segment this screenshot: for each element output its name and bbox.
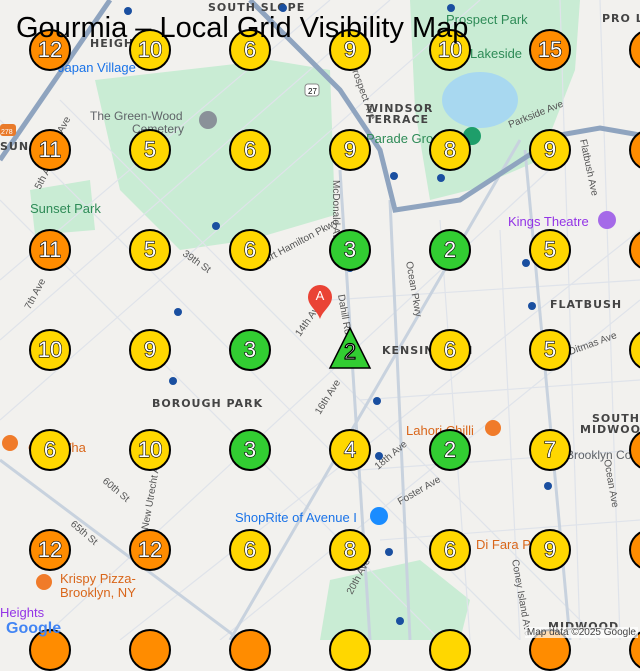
street-ocean-ave: Ocean Ave: [601, 459, 620, 509]
map-attribution[interactable]: Map data ©2025 Google: [524, 627, 638, 638]
street-39th-st: 39th St: [180, 248, 212, 275]
pin-label: A: [315, 288, 325, 303]
grid-rank-marker[interactable]: 3: [229, 429, 271, 471]
label-krispy-pizza-1[interactable]: Krispy Pizza-: [60, 571, 136, 586]
label-lakeside: Lakeside: [470, 46, 522, 61]
route-278-label: 278: [1, 129, 13, 136]
grid-rank-marker[interactable]: 2: [429, 429, 471, 471]
grid-rank-marker[interactable]: 9: [529, 529, 571, 571]
grid-rank-marker[interactable]: 15: [529, 29, 571, 71]
label-south-midwood-2: MIDWOOD: [580, 423, 640, 436]
street-60th-st: 60th St: [100, 476, 132, 505]
prospect-lake: [442, 72, 518, 128]
shopping-cart-icon[interactable]: [370, 507, 388, 525]
grid-rank-marker[interactable]: 3: [229, 329, 271, 371]
label-japan-village[interactable]: Japan Village: [58, 60, 136, 75]
grid-rank-marker[interactable]: [429, 629, 471, 671]
label-sunset-park[interactable]: Sunset Park: [30, 201, 101, 216]
grid-rank-marker[interactable]: 7: [529, 429, 571, 471]
grid-rank-marker[interactable]: 9: [529, 129, 571, 171]
grid-rank-marker[interactable]: 5: [529, 329, 571, 371]
grid-rank-marker[interactable]: 4: [329, 429, 371, 471]
label-flatbush: FLATBUSH: [550, 298, 622, 311]
page-title: Gourmia – Local Grid Visibility Map: [16, 12, 469, 44]
label-borough-park: BOROUGH PARK: [152, 397, 263, 410]
washington-cemetery-area: [320, 560, 470, 640]
grid-rank-marker[interactable]: 3: [329, 229, 371, 271]
cemetery-icon[interactable]: [199, 111, 217, 129]
label-green-wood-1[interactable]: The Green-Wood: [90, 109, 183, 123]
label-prospect-lefferts: PRO LEF: [602, 12, 640, 25]
grid-rank-marker[interactable]: [129, 629, 171, 671]
grid-rank-marker[interactable]: 6: [229, 229, 271, 271]
label-krispy-pizza-2[interactable]: Brooklyn, NY: [60, 585, 136, 600]
grid-rank-marker[interactable]: 10: [29, 329, 71, 371]
center-location-marker[interactable]: 2: [328, 326, 372, 370]
restaurant-icon[interactable]: [36, 574, 52, 590]
restaurant-icon[interactable]: [485, 420, 501, 436]
grid-rank-marker[interactable]: 6: [429, 329, 471, 371]
grid-rank-marker[interactable]: 5: [129, 229, 171, 271]
grid-rank-marker[interactable]: 6: [229, 529, 271, 571]
grid-rank-marker[interactable]: 8: [429, 129, 471, 171]
grid-rank-marker[interactable]: 12: [129, 529, 171, 571]
grid-rank-marker[interactable]: 6: [429, 529, 471, 571]
grid-rank-marker[interactable]: 9: [329, 129, 371, 171]
location-pin[interactable]: A: [307, 284, 333, 320]
rank-value: 2: [343, 338, 357, 364]
street-7th-ave: 7th Ave: [23, 277, 48, 312]
grid-rank-marker[interactable]: [329, 629, 371, 671]
grid-rank-marker[interactable]: 2: [429, 229, 471, 271]
music-venue-icon[interactable]: [598, 211, 616, 229]
google-logo: Google: [6, 620, 62, 637]
grid-rank-marker[interactable]: 12: [29, 529, 71, 571]
grid-rank-marker[interactable]: [229, 629, 271, 671]
label-heights-2: Heights: [0, 605, 45, 620]
grid-rank-marker[interactable]: 6: [29, 429, 71, 471]
grid-rank-marker[interactable]: 11: [29, 229, 71, 271]
route-27-label: 27: [308, 87, 317, 96]
label-kings-theatre[interactable]: Kings Theatre: [508, 214, 589, 229]
grid-rank-marker[interactable]: 11: [29, 129, 71, 171]
street-flatbush-ave: Flatbush Ave: [577, 138, 600, 197]
restaurant-icon[interactable]: [2, 435, 18, 451]
grid-rank-marker[interactable]: 6: [229, 129, 271, 171]
grid-rank-marker[interactable]: 5: [529, 229, 571, 271]
grid-rank-marker[interactable]: 5: [129, 129, 171, 171]
grid-rank-marker[interactable]: 9: [129, 329, 171, 371]
grid-rank-marker[interactable]: 8: [329, 529, 371, 571]
label-shoprite[interactable]: ShopRite of Avenue I: [235, 510, 357, 525]
grid-rank-marker[interactable]: 10: [129, 429, 171, 471]
